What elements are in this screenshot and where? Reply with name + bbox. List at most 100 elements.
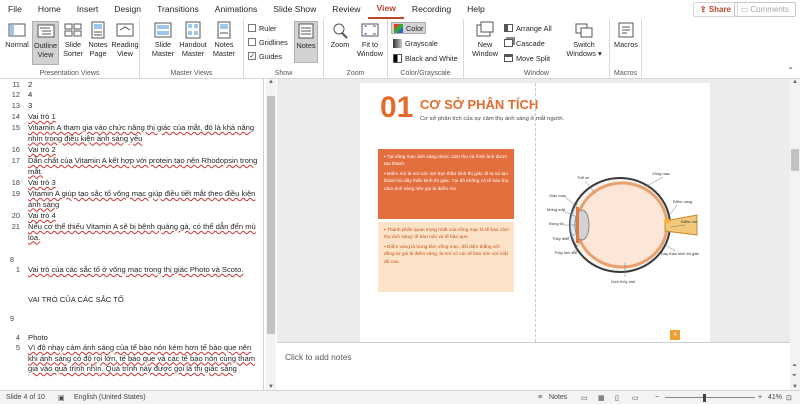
language-indicator[interactable]: English (United States) (74, 394, 146, 401)
outline-row-text[interactable]: VAI TRÒ CỦA CÁC SẮC TỐ (28, 295, 258, 306)
info-box-orange: ▪ Tại võng mạc ánh sáng được cảm thụ và … (378, 149, 514, 219)
move-split-button[interactable]: Move Split (504, 52, 550, 64)
guides-checkbox[interactable]: ✓ Guides (248, 50, 282, 62)
tab-file[interactable]: File (0, 0, 30, 19)
zoom-slider[interactable] (665, 397, 755, 398)
eye-iris (576, 207, 579, 243)
move-split-label: Move Split (516, 53, 551, 63)
switch-windows-button[interactable]: Switch Windows ▾ (564, 21, 604, 58)
scroll-up-arrow[interactable]: ▲ (268, 79, 274, 85)
outline-scroll-thumb[interactable] (267, 96, 275, 334)
notes-page-button[interactable]: Notes Page (86, 21, 110, 58)
zoom-icon (330, 21, 350, 39)
fit-slide-icon[interactable]: ⊡ (786, 394, 792, 402)
outline-row-text[interactable]: Vitiamin A tham gia vào chức năng thị gi… (28, 123, 258, 144)
zoom-level[interactable]: 41% (768, 394, 782, 401)
fit-to-window-button[interactable]: Fit to Window (354, 21, 386, 58)
grayscale-button[interactable]: Grayscale (393, 37, 438, 49)
arrange-all-button[interactable]: Arrange All (504, 22, 552, 34)
gridlines-checkbox[interactable]: Gridlines (248, 36, 288, 48)
cascade-button[interactable]: Cascade (504, 37, 545, 49)
status-bar: Slide 4 of 10 ▣ English (United States) … (0, 390, 800, 404)
tab-design[interactable]: Design (106, 0, 149, 19)
notes-placeholder[interactable]: Click to add notes (285, 352, 352, 362)
outline-row-text[interactable]: 2 (28, 80, 258, 91)
notes-status-button[interactable]: Notes (549, 394, 567, 401)
slide-scrollbar[interactable]: ▲ ⏶ ⏷ ▼ (790, 79, 800, 390)
info-bullet-4-text: Điểm vàng là trung tâm võng mạc, đối diệ… (384, 244, 508, 265)
zoom-in-icon[interactable]: + (758, 394, 762, 401)
zoom-label: Zoom (330, 40, 350, 49)
notes-icon (296, 22, 316, 40)
tab-slide-show[interactable]: Slide Show (265, 0, 324, 19)
scroll-up-arrow-2[interactable]: ▲ (792, 79, 798, 85)
outline-row-number: 1 (15, 265, 20, 274)
outline-row-text[interactable]: Dẫn chất của Vitamin A kết hợp với prote… (28, 156, 258, 177)
spellcheck-icon[interactable]: ▣ (58, 394, 65, 402)
bw-label: Black and White (405, 53, 458, 63)
group-show: Ruler Gridlines ✓ Guides Notes Show (244, 19, 324, 79)
reading-view-button[interactable]: Reading View (111, 21, 139, 58)
slide-master-button[interactable]: Slide Master (150, 21, 176, 58)
notes-button[interactable]: Notes (294, 21, 318, 63)
slide-page-badge: 4 (670, 330, 680, 340)
group-presentation-views: Normal Outline View Slide Sorter Notes Page… (0, 19, 140, 79)
tab-transitions[interactable]: Transitions (149, 0, 207, 19)
tab-animations[interactable]: Animations (207, 0, 266, 19)
outline-row-number: 8 (9, 255, 14, 264)
tab-home[interactable]: Home (30, 0, 69, 19)
prev-slide-icon[interactable]: ⏶ (792, 363, 797, 370)
share-icon: ⇪ (699, 5, 709, 14)
outline-pane[interactable]: 11 2 12 4 13 3 14 Vai trò 1 15 Vitiamin A tham gi… (0, 79, 264, 390)
handout-master-button[interactable]: Handout Master (178, 21, 208, 58)
handout-master-icon (183, 21, 203, 39)
color-button[interactable]: Color (391, 22, 427, 34)
tab-recording[interactable]: Recording (404, 0, 459, 19)
label-the-mi: Thể mi (577, 175, 589, 180)
zoom-out-icon[interactable]: − (655, 394, 659, 401)
new-window-button[interactable]: New Window (470, 21, 500, 58)
outline-row-text[interactable]: Vai trò 2 (28, 145, 258, 156)
label-thuy-dich: Thủy dịch (552, 236, 569, 241)
collapse-ribbon-icon[interactable]: ⌃ (787, 66, 794, 75)
comments-button[interactable]: ▭ Comments (733, 2, 796, 17)
reading-view-status-icon[interactable]: ▯ (615, 394, 619, 402)
slide-sorter-button[interactable]: Slide Sorter (61, 21, 85, 58)
ruler-checkbox[interactable]: Ruler (248, 22, 276, 34)
next-slide-icon[interactable]: ⏷ (792, 373, 797, 380)
outline-row-text[interactable]: Vai trò 1 (28, 112, 258, 123)
color-swatch-icon (394, 23, 403, 33)
slide-scroll-thumb[interactable] (791, 149, 799, 171)
outline-row-text[interactable]: Vai trò 4 (28, 211, 258, 222)
tab-view[interactable]: View (368, 0, 404, 19)
share-label: Share (708, 5, 731, 14)
outline-row-text[interactable]: Vitamin A giúp tạo sắc tố võng mạc giúp … (28, 189, 258, 210)
tab-review[interactable]: Review (324, 0, 368, 19)
notes-pane[interactable]: Click to add notes (277, 342, 790, 390)
normal-view-status-icon[interactable]: ▭ (581, 394, 588, 402)
slide-sorter-status-icon[interactable]: ▦ (598, 394, 605, 402)
group-window: New Window Arrange All Cascade Move Split… (464, 19, 610, 79)
macros-button[interactable]: Macros (612, 21, 640, 50)
black-white-button[interactable]: Black and White (393, 52, 458, 64)
outline-row-text[interactable]: 4 (28, 90, 258, 101)
slide-canvas[interactable]: 01 CƠ SỞ PHÂN TÍCH Cơ sở phân tích của s… (360, 83, 710, 342)
tab-insert[interactable]: Insert (69, 0, 107, 19)
share-button[interactable]: ⇪ Share (692, 2, 738, 17)
outline-row-number: 14 (11, 112, 20, 121)
tab-help[interactable]: Help (459, 0, 493, 19)
notes-master-button[interactable]: Notes Master (210, 21, 238, 58)
outline-row-text[interactable]: Photo (28, 333, 258, 344)
info-bullet-1: ▪ Tại võng mạc ánh sáng được cảm thụ và … (384, 155, 508, 168)
outline-row-text[interactable]: 3 (28, 101, 258, 112)
zoom-slider-thumb[interactable] (703, 394, 706, 402)
outline-row-text[interactable]: Vì độ nhạy cảm ánh sáng của tế bào nón k… (28, 343, 258, 375)
notes-status-icon[interactable]: ≡ (538, 394, 542, 401)
outline-row-text[interactable]: Vai trò của các sắc tố ở võng mạc trong … (28, 265, 258, 276)
zoom-button[interactable]: Zoom (327, 21, 353, 50)
outline-row-text[interactable]: Vai trò 3 (28, 178, 258, 189)
normal-view-button[interactable]: Normal (4, 21, 30, 50)
outline-row-text[interactable]: Nếu cơ thể thiếu Vitamin A sẽ bị bệnh qu… (28, 222, 258, 243)
slideshow-status-icon[interactable]: ▭ (632, 394, 639, 402)
outline-view-button[interactable]: Outline View (32, 21, 59, 65)
